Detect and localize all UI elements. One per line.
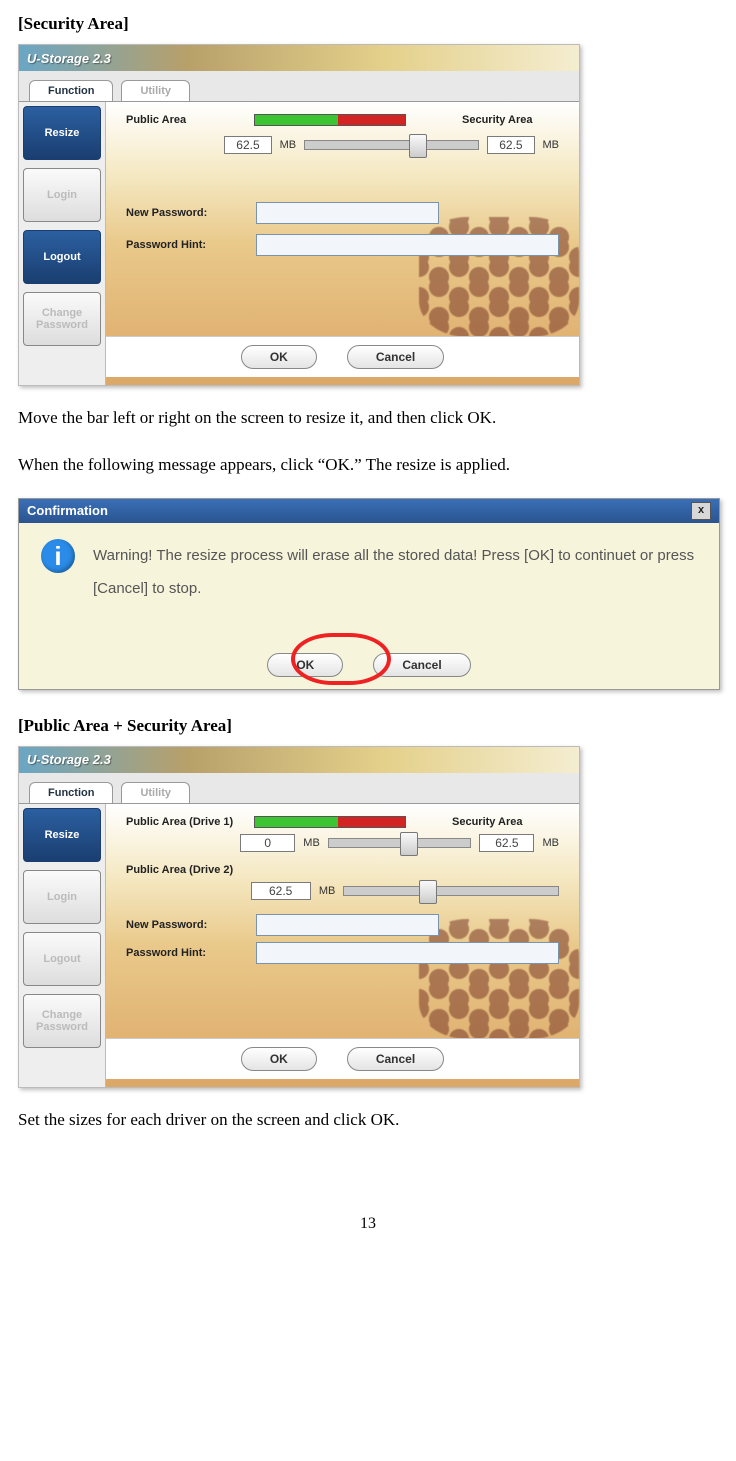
tab-function[interactable]: Function	[29, 80, 113, 101]
sidebar-change-password-button[interactable]: Change Password	[23, 994, 101, 1048]
label-password-hint: Password Hint:	[126, 947, 246, 959]
partition-bar	[254, 114, 406, 126]
sidebar-login-button[interactable]: Login	[23, 168, 101, 222]
screenshot-public-security-area: U-Storage 2.3 Function Utility Resize Lo…	[18, 746, 580, 1088]
screenshot-confirmation-dialog: Confirmation x i Warning! The resize pro…	[18, 498, 720, 690]
screenshot-security-area: U-Storage 2.3 Function Utility Resize Lo…	[18, 44, 580, 386]
d1-public-size-input[interactable]: 0	[240, 834, 295, 852]
app-titlebar: U-Storage 2.3	[19, 45, 579, 71]
sidebar-login-button[interactable]: Login	[23, 870, 101, 924]
dialog-title: Confirmation	[27, 503, 108, 518]
tab-function[interactable]: Function	[29, 782, 113, 803]
password-hint-input[interactable]	[256, 234, 559, 256]
resize-slider-d2[interactable]	[343, 886, 559, 896]
unit-mb: MB	[543, 139, 560, 151]
unit-mb: MB	[319, 885, 336, 897]
ok-button[interactable]: OK	[241, 1047, 317, 1071]
sidebar-change-password-button[interactable]: Change Password	[23, 292, 101, 346]
d1-security-size-input[interactable]: 62.5	[479, 834, 534, 852]
label-password-hint: Password Hint:	[126, 239, 246, 251]
dialog-ok-button[interactable]: OK	[267, 653, 343, 677]
security-area-size-input[interactable]: 62.5	[487, 136, 534, 154]
section-heading-security-area: [Security Area]	[18, 14, 718, 34]
new-password-input[interactable]	[256, 914, 439, 936]
label-security-area: Security Area	[452, 816, 523, 828]
instruction-text-2: When the following message appears, clic…	[18, 451, 718, 480]
unit-mb: MB	[542, 837, 559, 849]
d2-public-size-input[interactable]: 62.5	[251, 882, 311, 900]
app-titlebar: U-Storage 2.3	[19, 747, 579, 773]
instruction-text-1: Move the bar left or right on the screen…	[18, 404, 718, 433]
password-hint-input[interactable]	[256, 942, 559, 964]
page-number: 13	[18, 1215, 718, 1233]
section-heading-public-security-area: [Public Area + Security Area]	[18, 716, 718, 736]
tab-utility[interactable]: Utility	[121, 782, 190, 803]
sidebar-resize-button[interactable]: Resize	[23, 106, 101, 160]
resize-slider-d1[interactable]	[328, 838, 472, 848]
info-icon: i	[41, 539, 75, 573]
dialog-cancel-button[interactable]: Cancel	[373, 653, 470, 677]
label-public-area: Public Area	[126, 114, 246, 126]
partition-bar-d1	[254, 816, 406, 828]
cancel-button[interactable]: Cancel	[347, 345, 444, 369]
tab-utility[interactable]: Utility	[121, 80, 190, 101]
label-new-password: New Password:	[126, 207, 246, 219]
dialog-message: Warning! The resize process will erase a…	[93, 539, 697, 605]
instruction-text-3: Set the sizes for each driver on the scr…	[18, 1106, 718, 1135]
ok-button[interactable]: OK	[241, 345, 317, 369]
public-area-size-input[interactable]: 62.5	[224, 136, 271, 154]
label-security-area: Security Area	[462, 114, 533, 126]
unit-mb: MB	[280, 139, 297, 151]
close-icon[interactable]: x	[691, 502, 711, 520]
sidebar-logout-button[interactable]: Logout	[23, 932, 101, 986]
sidebar-resize-button[interactable]: Resize	[23, 808, 101, 862]
label-new-password: New Password:	[126, 919, 246, 931]
unit-mb: MB	[303, 837, 320, 849]
label-public-area-d2: Public Area (Drive 2)	[126, 864, 246, 876]
sidebar-logout-button[interactable]: Logout	[23, 230, 101, 284]
label-public-area-d1: Public Area (Drive 1)	[126, 816, 246, 828]
new-password-input[interactable]	[256, 202, 439, 224]
cancel-button[interactable]: Cancel	[347, 1047, 444, 1071]
resize-slider[interactable]	[304, 140, 479, 150]
